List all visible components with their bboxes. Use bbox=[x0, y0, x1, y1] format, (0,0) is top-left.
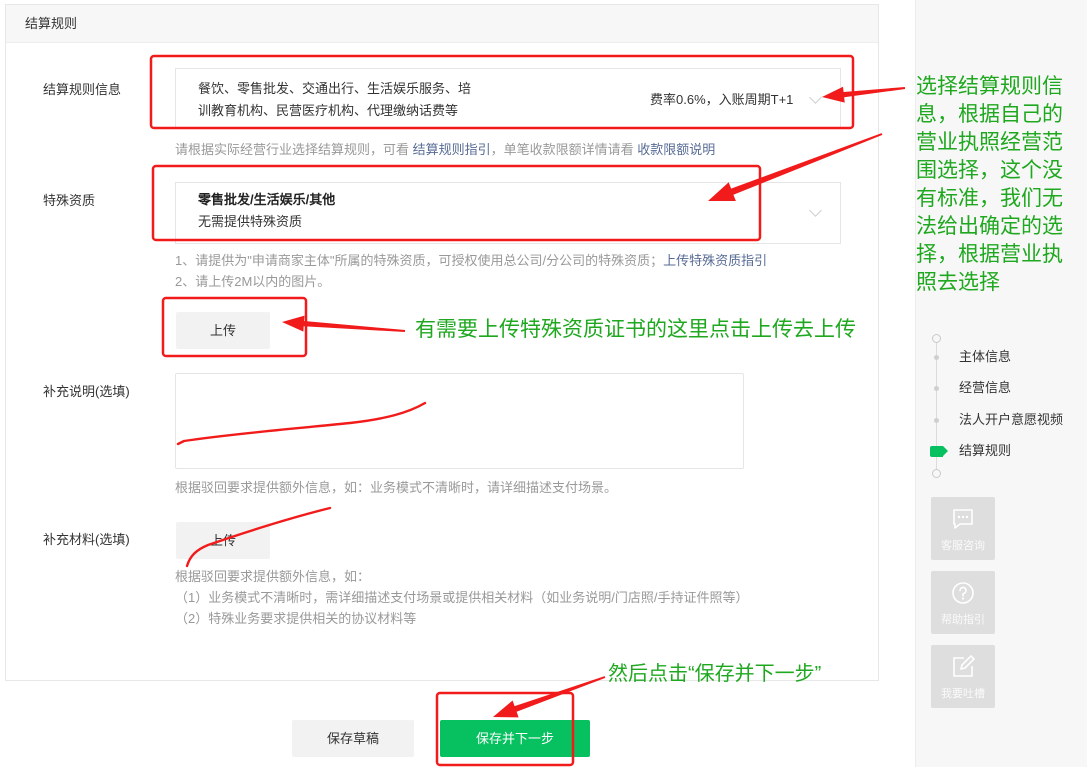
annotation-line: 围选择，这个没 bbox=[916, 159, 1063, 182]
special-qualification-help-1: 1、请提供为"申请商家主体"所属的特殊资质，可授权使用总公司/分公司的特殊资质；… bbox=[175, 252, 767, 270]
settlement-rule-selected-line: 餐饮、零售批发、交通出行、生活娱乐服务、培 bbox=[198, 81, 472, 96]
feedback-button[interactable]: 我要吐槽 bbox=[931, 645, 995, 708]
supplement-description-textarea[interactable] bbox=[175, 373, 744, 469]
save-and-next-button[interactable]: 保存并下一步 bbox=[440, 720, 590, 757]
timeline-end-icon bbox=[932, 469, 941, 478]
help-text: 1、请提供为"申请商家主体"所属的特殊资质，可授权使用总公司/分公司的特殊资质； bbox=[175, 253, 664, 268]
customer-service-button[interactable]: 客服咨询 bbox=[931, 497, 995, 560]
question-icon bbox=[952, 582, 974, 604]
special-qualification-help-2: 2、请上传2M以内的图片。 bbox=[175, 274, 331, 289]
step-item-legal-rep-video[interactable]: 法人开户意愿视频 bbox=[959, 411, 1063, 429]
supplement-description-help: 根据驳回要求提供额外信息，如：业务模式不清晰时，请详细描述支付场景。 bbox=[175, 480, 618, 495]
settlement-rule-label: 结算规则信息 bbox=[43, 82, 122, 97]
special-qualification-guide-link[interactable]: 上传特殊资质指引 bbox=[663, 253, 767, 268]
annotation-line: 照去选择 bbox=[916, 271, 1000, 294]
annotation-line: 息，根据自己的 bbox=[916, 103, 1063, 126]
special-qualification-label: 特殊资质 bbox=[43, 193, 96, 208]
help-text: ，单笔收款限额详情请看 bbox=[490, 142, 638, 157]
supplement-material-label: 补充材料(选填) bbox=[43, 532, 130, 547]
annotation-upload-tip: 有需要上传特殊资质证书的这里点击上传去上传 bbox=[415, 318, 856, 341]
supplement-material-help-line: （1）业务模式不清晰时，需详细描述支付场景或提供相关材料（如业务说明/门店照/手… bbox=[175, 590, 749, 605]
help-text: 请根据实际经营行业选择结算规则，可看 bbox=[175, 142, 413, 157]
special-qualification-selected-title: 零售批发/生活娱乐/其他 bbox=[198, 192, 336, 207]
payment-limit-link[interactable]: 收款限额说明 bbox=[637, 142, 715, 157]
tool-label: 客服咨询 bbox=[941, 540, 985, 552]
annotation-rule-tip: 选择结算规则信 息，根据自己的 营业执照经营范 围选择，这个没 有标准，我们无 … bbox=[916, 73, 1063, 297]
save-draft-button[interactable]: 保存草稿 bbox=[292, 720, 414, 757]
chat-icon bbox=[953, 509, 973, 529]
annotation-line: 择，根据营业执 bbox=[916, 243, 1063, 266]
section-title: 结算规则 bbox=[6, 5, 878, 43]
step-dot-icon bbox=[934, 355, 939, 360]
chevron-down-icon bbox=[809, 91, 822, 104]
annotation-line: 营业执照经营范 bbox=[916, 131, 1063, 154]
active-step-tag-icon bbox=[930, 446, 948, 457]
annotation-line: 选择结算规则信 bbox=[916, 75, 1063, 98]
supplement-description-label: 补充说明(选填) bbox=[43, 384, 130, 399]
supplement-material-upload-button[interactable]: 上传 bbox=[176, 522, 270, 559]
step-dot-icon bbox=[934, 386, 939, 391]
settlement-rule-help: 请根据实际经营行业选择结算规则，可看 结算规则指引，单笔收款限额详情请看 收款限… bbox=[175, 141, 715, 159]
annotation-next-tip: 然后点击“保存并下一步” bbox=[608, 663, 822, 685]
settlement-rule-guide-link[interactable]: 结算规则指引 bbox=[413, 142, 491, 157]
annotation-arrow bbox=[493, 676, 606, 718]
step-dot-icon bbox=[934, 418, 939, 423]
annotation-line: 法给出确定的选 bbox=[916, 215, 1063, 238]
step-item-entity-info[interactable]: 主体信息 bbox=[959, 348, 1011, 366]
chevron-down-icon bbox=[809, 204, 822, 217]
step-item-business-info[interactable]: 经营信息 bbox=[959, 379, 1011, 397]
supplement-material-help-line: （2）特殊业务要求提供相关的协议材料等 bbox=[175, 611, 417, 626]
special-qualification-select[interactable]: 零售批发/生活娱乐/其他 无需提供特殊资质 bbox=[175, 182, 841, 244]
supplement-material-help-line: 根据驳回要求提供额外信息，如： bbox=[175, 569, 371, 584]
tool-label: 我要吐槽 bbox=[941, 688, 985, 700]
settlement-rule-selected-line: 训教育机构、民营医疗机构、代理缴纳话费等 bbox=[198, 103, 459, 118]
edit-icon bbox=[953, 655, 975, 677]
annotation-line: 有标准，我们无 bbox=[916, 187, 1063, 210]
step-item-settlement-rules[interactable]: 结算规则 bbox=[959, 442, 1011, 460]
special-qualification-upload-button[interactable]: 上传 bbox=[176, 312, 270, 349]
settlement-rate: 费率0.6%，入账周期T+1 bbox=[650, 92, 794, 107]
tool-label: 帮助指引 bbox=[941, 614, 985, 626]
settlement-rule-select[interactable]: 餐饮、零售批发、交通出行、生活娱乐服务、培 训教育机构、民营医疗机构、代理缴纳话… bbox=[175, 68, 841, 128]
special-qualification-selected-subtitle: 无需提供特殊资质 bbox=[198, 214, 303, 229]
help-guide-button[interactable]: 帮助指引 bbox=[931, 571, 995, 634]
timeline-start-icon bbox=[932, 334, 941, 343]
